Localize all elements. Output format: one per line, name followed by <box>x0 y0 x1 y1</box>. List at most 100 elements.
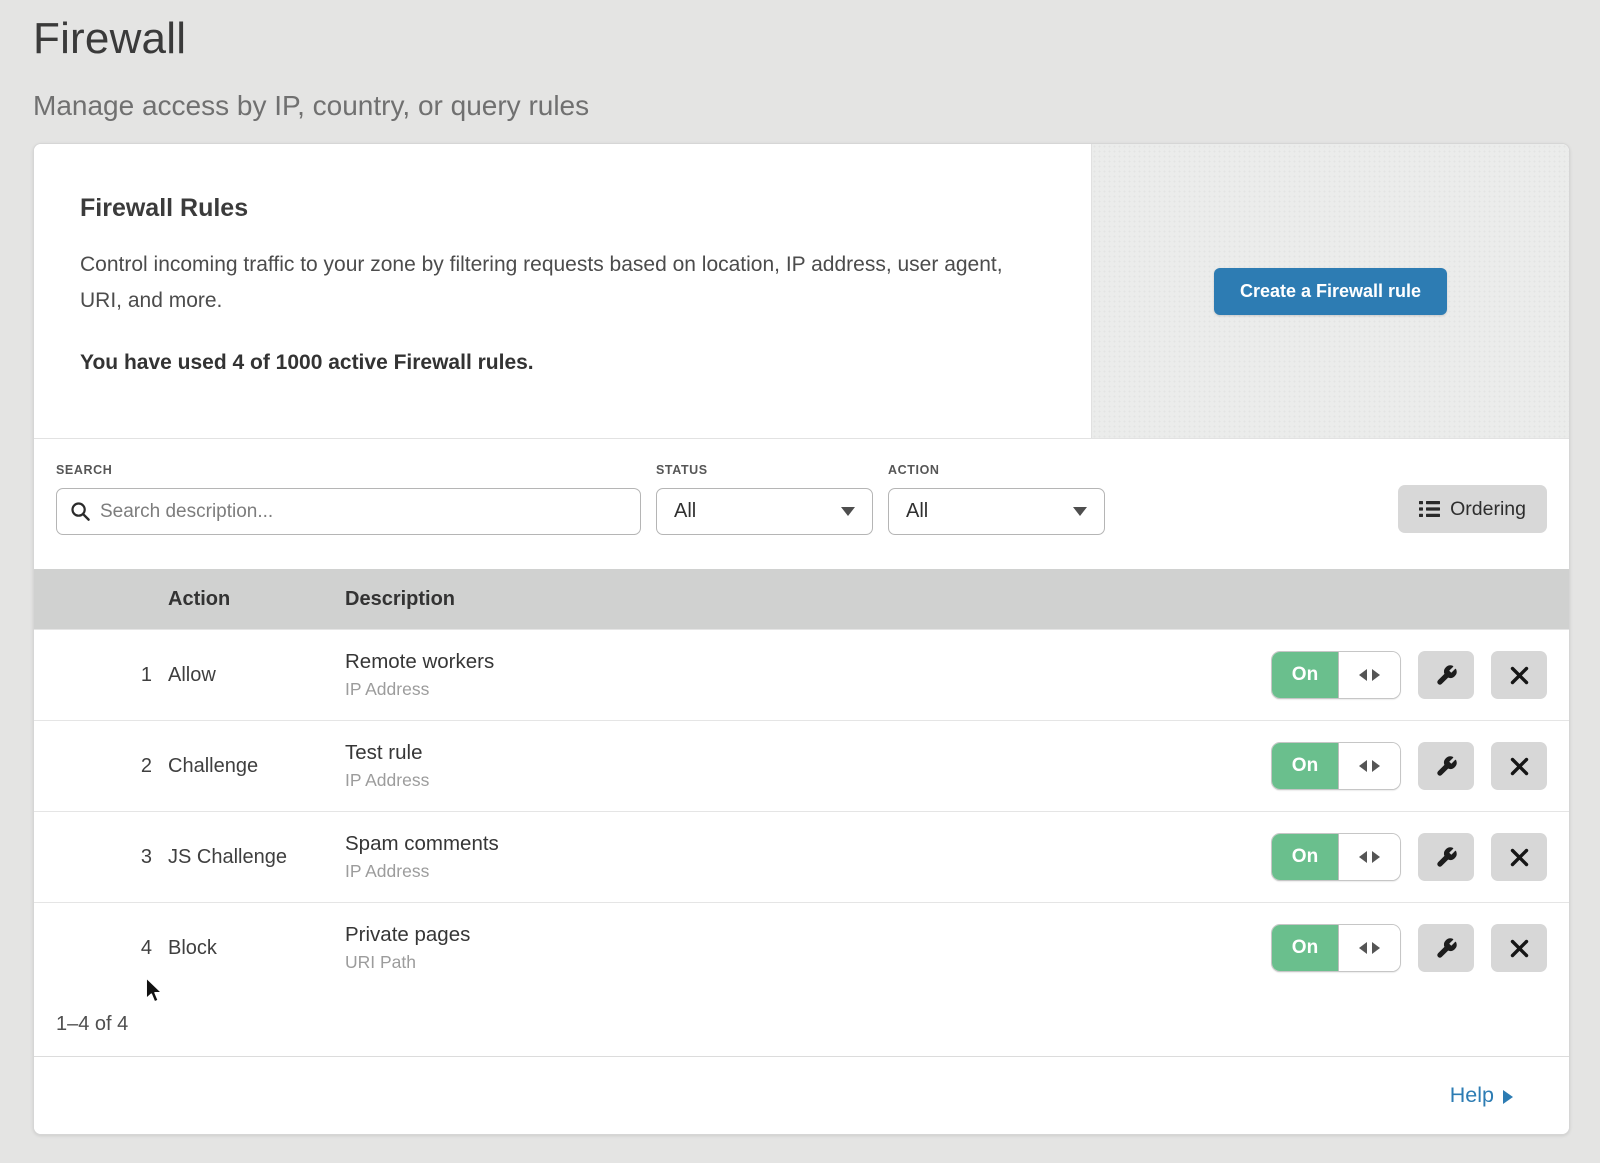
rule-match-field: IP Address <box>345 861 1251 882</box>
rule-action: JS Challenge <box>168 846 345 869</box>
rule-priority: 4 <box>34 937 168 960</box>
rule-controls: On <box>1251 742 1569 790</box>
rule-description-cell: Private pages URI Path <box>345 923 1251 973</box>
search-box[interactable] <box>56 488 641 535</box>
rule-controls: On <box>1251 924 1569 972</box>
create-firewall-rule-button[interactable]: Create a Firewall rule <box>1214 268 1447 315</box>
arrow-right-icon <box>1372 669 1380 681</box>
status-selected-value: All <box>674 500 696 523</box>
usage-summary: You have used 4 of 1000 active Firewall … <box>80 351 1031 375</box>
delete-rule-button[interactable] <box>1491 651 1547 699</box>
arrow-left-icon <box>1359 851 1367 863</box>
search-icon <box>70 501 91 522</box>
action-label: ACTION <box>888 463 1105 477</box>
ordering-button[interactable]: Ordering <box>1398 485 1547 533</box>
firewall-rules-intro: Firewall Rules Control incoming traffic … <box>34 144 1091 438</box>
chevron-down-icon <box>1073 507 1087 516</box>
rule-match-field: IP Address <box>345 679 1251 700</box>
action-selected-value: All <box>906 500 928 523</box>
toggle-handle <box>1338 743 1400 789</box>
action-field-group: ACTION All <box>888 463 1105 535</box>
search-field-group: SEARCH <box>56 463 641 535</box>
rule-enabled-toggle[interactable]: On <box>1271 833 1401 881</box>
page-title: Firewall <box>33 14 1600 64</box>
rule-enabled-toggle[interactable]: On <box>1271 742 1401 790</box>
rule-match-field: URI Path <box>345 952 1251 973</box>
delete-rule-button[interactable] <box>1491 742 1547 790</box>
arrow-right-icon <box>1372 851 1380 863</box>
rule-description: Private pages <box>345 923 1251 947</box>
firewall-card: Firewall Rules Control incoming traffic … <box>33 143 1570 1135</box>
column-header-description: Description <box>345 588 1251 611</box>
edit-rule-button[interactable] <box>1418 742 1474 790</box>
rule-description: Remote workers <box>345 650 1251 674</box>
close-icon <box>1510 757 1529 776</box>
table-row: 4 Block Private pages URI Path On <box>34 902 1569 993</box>
status-label: STATUS <box>656 463 873 477</box>
rule-description-cell: Spam comments IP Address <box>345 832 1251 882</box>
column-header-action: Action <box>168 588 345 611</box>
ordering-button-label: Ordering <box>1450 498 1526 521</box>
table-row: 2 Challenge Test rule IP Address On <box>34 720 1569 811</box>
edit-rule-button[interactable] <box>1418 651 1474 699</box>
rule-priority: 3 <box>34 846 168 869</box>
toggle-handle <box>1338 652 1400 698</box>
rule-description-cell: Remote workers IP Address <box>345 650 1251 700</box>
wrench-icon <box>1435 846 1458 869</box>
close-icon <box>1510 939 1529 958</box>
section-heading: Firewall Rules <box>80 194 1031 223</box>
status-field-group: STATUS All <box>656 463 873 535</box>
status-select[interactable]: All <box>656 488 873 535</box>
chevron-down-icon <box>841 507 855 516</box>
toggle-on-label: On <box>1272 925 1338 971</box>
create-rule-panel: Create a Firewall rule <box>1091 144 1569 438</box>
help-link[interactable]: Help <box>1450 1083 1513 1108</box>
wrench-icon <box>1435 755 1458 778</box>
firewall-rules-overview: Firewall Rules Control incoming traffic … <box>34 144 1569 438</box>
toggle-handle <box>1338 925 1400 971</box>
filter-bar: SEARCH STATUS All ACTION All <box>34 438 1569 569</box>
page-header: Firewall Manage access by IP, country, o… <box>0 0 1600 122</box>
rule-action: Block <box>168 937 345 960</box>
pagination-bar: 1–4 of 4 <box>34 993 1569 1056</box>
table-row: 1 Allow Remote workers IP Address On <box>34 629 1569 720</box>
delete-rule-button[interactable] <box>1491 833 1547 881</box>
help-link-label: Help <box>1450 1083 1494 1108</box>
rule-priority: 2 <box>34 755 168 778</box>
table-row: 3 JS Challenge Spam comments IP Address … <box>34 811 1569 902</box>
delete-rule-button[interactable] <box>1491 924 1547 972</box>
rule-enabled-toggle[interactable]: On <box>1271 651 1401 699</box>
toggle-on-label: On <box>1272 834 1338 880</box>
ordered-list-icon <box>1419 500 1440 518</box>
search-label: SEARCH <box>56 463 641 477</box>
rule-priority: 1 <box>34 664 168 687</box>
action-select[interactable]: All <box>888 488 1105 535</box>
rule-enabled-toggle[interactable]: On <box>1271 924 1401 972</box>
close-icon <box>1510 848 1529 867</box>
rule-action: Challenge <box>168 755 345 778</box>
page-subtitle: Manage access by IP, country, or query r… <box>33 90 1600 122</box>
arrow-right-icon <box>1372 760 1380 772</box>
rule-controls: On <box>1251 833 1569 881</box>
edit-rule-button[interactable] <box>1418 924 1474 972</box>
arrow-left-icon <box>1359 669 1367 681</box>
pagination-text: 1–4 of 4 <box>56 1013 128 1036</box>
edit-rule-button[interactable] <box>1418 833 1474 881</box>
toggle-on-label: On <box>1272 743 1338 789</box>
section-description: Control incoming traffic to your zone by… <box>80 247 1030 319</box>
rule-controls: On <box>1251 651 1569 699</box>
wrench-icon <box>1435 937 1458 960</box>
help-bar: Help <box>34 1056 1569 1134</box>
toggle-handle <box>1338 834 1400 880</box>
search-input[interactable] <box>100 501 627 523</box>
rule-action: Allow <box>168 664 345 687</box>
arrow-left-icon <box>1359 942 1367 954</box>
arrow-right-icon <box>1503 1090 1513 1104</box>
toggle-on-label: On <box>1272 652 1338 698</box>
wrench-icon <box>1435 664 1458 687</box>
close-icon <box>1510 666 1529 685</box>
table-header: Action Description <box>34 569 1569 629</box>
rule-description-cell: Test rule IP Address <box>345 741 1251 791</box>
rule-match-field: IP Address <box>345 770 1251 791</box>
arrow-right-icon <box>1372 942 1380 954</box>
